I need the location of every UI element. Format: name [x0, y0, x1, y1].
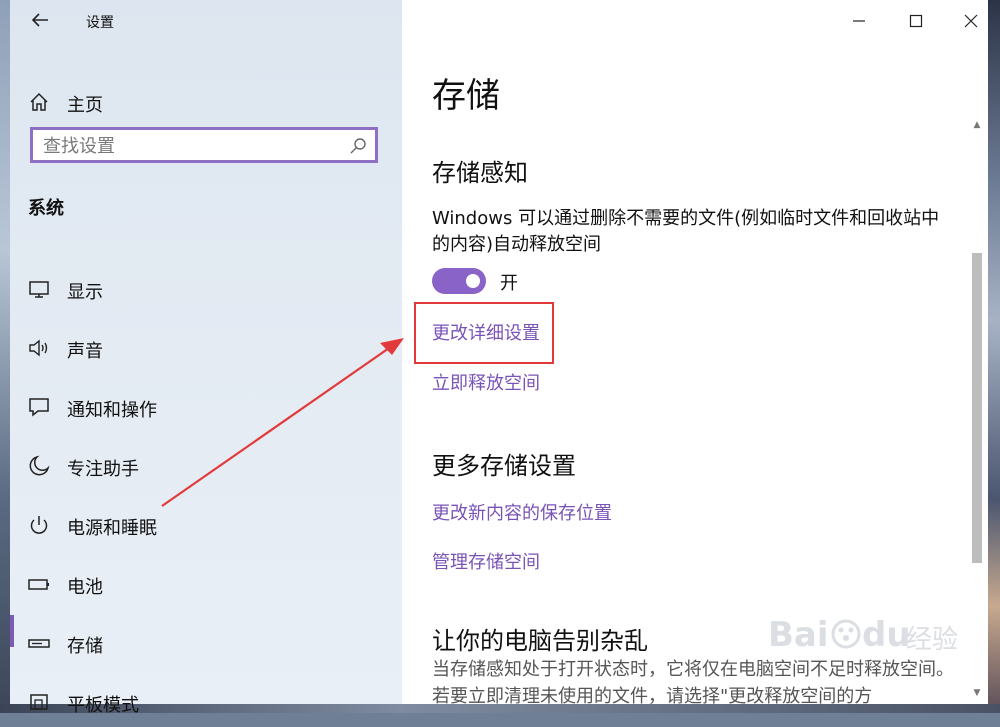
change-settings-link[interactable]: 更改详细设置 [432, 319, 540, 345]
moon-icon [29, 455, 50, 476]
free-space-now-link[interactable]: 立即释放空间 [432, 369, 540, 395]
svg-text:经验: 经验 [906, 625, 958, 655]
declutter-heading: 让你的电脑告别杂乱 [432, 627, 648, 655]
sidebar-item-label: 存储 [67, 636, 103, 657]
scroll-up-arrow-icon[interactable]: ▲ [972, 118, 982, 132]
search-box [30, 127, 378, 163]
page-title: 存储 [432, 76, 500, 116]
monitor-icon [29, 281, 49, 298]
sidebar-item-home[interactable]: 主页 [10, 79, 402, 127]
desktop-background-right [988, 0, 1000, 713]
close-icon [964, 14, 978, 28]
sidebar-item-notifications[interactable]: 通知和操作 [10, 384, 402, 432]
sidebar-item-label: 电源和睡眠 [67, 518, 157, 539]
sidebar-item-tablet-mode[interactable]: 平板模式 [10, 679, 402, 727]
sidebar-item-storage[interactable]: 存储 [10, 620, 402, 668]
desktop-background-left [0, 0, 10, 713]
sidebar: 设置 主页 系统 显示 [10, 0, 402, 716]
sidebar-item-label: 通知和操作 [67, 400, 157, 421]
app-title: 设置 [86, 15, 114, 31]
sidebar-item-label: 声音 [67, 341, 103, 362]
speaker-icon [29, 339, 48, 357]
notification-icon [29, 398, 49, 417]
sidebar-item-label: 电池 [67, 577, 103, 598]
sidebar-item-label: 平板模式 [67, 695, 139, 716]
baidu-watermark-logo: Bai du 经验 [768, 615, 958, 655]
sidebar-item-sound[interactable]: 声音 [10, 325, 402, 373]
settings-window: 设置 主页 系统 显示 [10, 0, 988, 716]
section-title: 系统 [28, 198, 64, 219]
scroll-down-arrow-icon[interactable]: ▼ [972, 686, 982, 700]
home-icon [30, 92, 48, 111]
sidebar-item-display[interactable]: 显示 [10, 266, 402, 314]
manage-storage-link[interactable]: 管理存储空间 [432, 548, 540, 574]
tablet-icon [30, 694, 48, 710]
storage-icon [28, 639, 50, 648]
svg-text:du: du [862, 615, 911, 655]
storage-sense-toggle[interactable] [432, 268, 486, 294]
minimize-button[interactable] [842, 6, 876, 34]
sidebar-item-focus-assist[interactable]: 专注助手 [10, 443, 402, 491]
minimize-icon [853, 20, 865, 22]
back-button[interactable] [28, 8, 52, 32]
close-button[interactable] [954, 6, 988, 34]
sidebar-item-label: 主页 [67, 95, 103, 116]
maximize-button[interactable] [899, 6, 933, 34]
search-input[interactable] [43, 134, 343, 158]
svg-text:Bai: Bai [768, 615, 829, 655]
maximize-icon [909, 14, 923, 28]
change-save-location-link[interactable]: 更改新内容的保存位置 [432, 499, 612, 525]
toggle-knob [466, 274, 480, 288]
power-icon [30, 516, 48, 534]
battery-icon [28, 579, 49, 590]
storage-sense-heading: 存储感知 [432, 159, 528, 187]
more-storage-settings-heading: 更多存储设置 [432, 452, 576, 480]
sidebar-item-power-sleep[interactable]: 电源和睡眠 [10, 502, 402, 550]
back-arrow-icon [31, 13, 48, 27]
storage-sense-description: Windows 可以通过删除不需要的文件(例如临时文件和回收站中的内容)自动释放… [432, 208, 940, 255]
scrollbar-thumb[interactable] [972, 253, 982, 563]
sidebar-item-label: 专注助手 [67, 459, 139, 480]
content-pane: 存储 存储感知 Windows 可以通过删除不需要的文件(例如临时文件和回收站中… [402, 0, 988, 707]
toggle-state-label: 开 [500, 273, 518, 294]
search-icon[interactable] [349, 137, 367, 155]
sidebar-item-battery[interactable]: 电池 [10, 561, 402, 609]
sidebar-item-label: 显示 [67, 282, 103, 303]
